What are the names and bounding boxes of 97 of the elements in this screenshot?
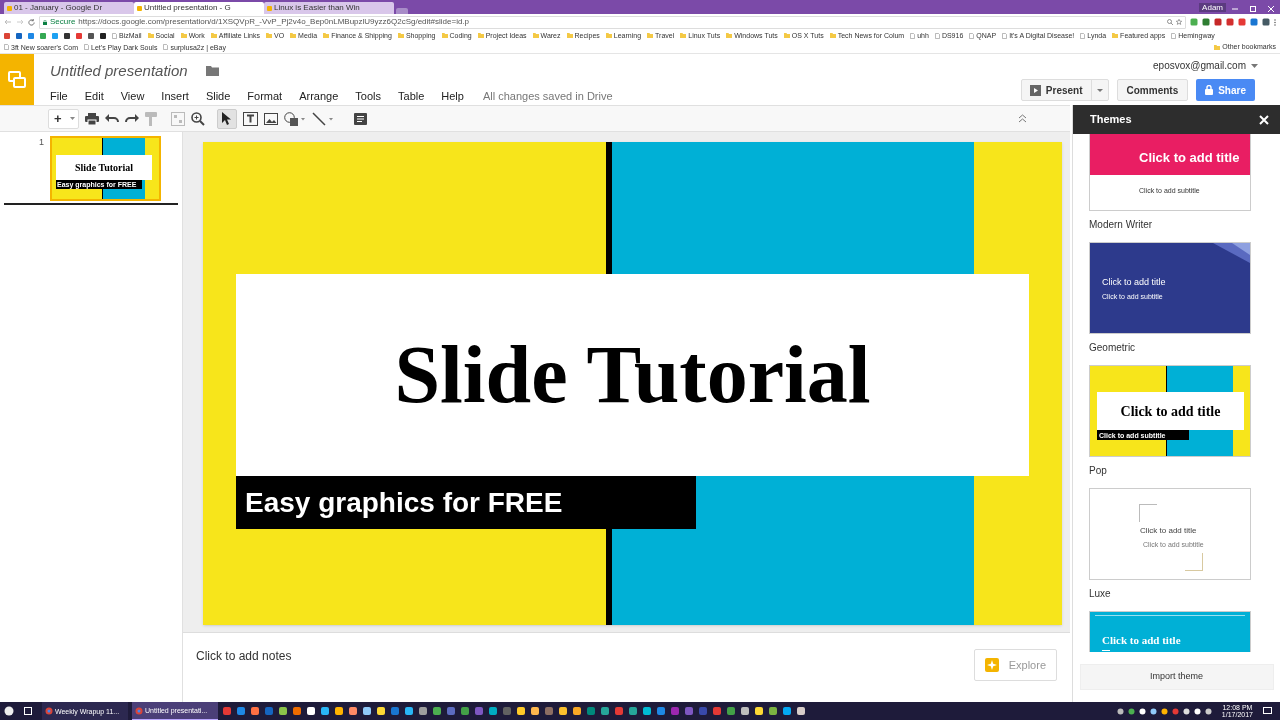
star-icon[interactable] — [1176, 19, 1182, 25]
slide-subtitle: Easy graphics for FREE — [245, 485, 563, 520]
menu-item[interactable]: Insert — [161, 87, 189, 104]
panel-title: Themes — [1090, 112, 1132, 128]
menu-item[interactable]: Help — [441, 87, 464, 104]
page-icon — [4, 44, 9, 51]
text-box-icon[interactable] — [242, 111, 258, 126]
slide-title: Slide Tutorial — [394, 334, 871, 416]
reload-icon[interactable] — [28, 18, 35, 26]
close-icon[interactable] — [1268, 6, 1274, 12]
folder-icon — [180, 33, 187, 39]
line-icon[interactable] — [311, 111, 334, 126]
browser-tab[interactable]: Untitled presentation - G — [134, 2, 264, 14]
menu-item[interactable]: Table — [398, 87, 425, 104]
folder-icon — [290, 33, 297, 39]
theme-title-text: Click to add title — [1102, 635, 1181, 646]
shape-icon[interactable] — [283, 111, 306, 126]
browser-icon — [45, 707, 53, 715]
caret-icon — [69, 117, 75, 120]
browser-tab[interactable]: Linux is Easier than Win — [264, 2, 394, 14]
undo-icon[interactable] — [104, 113, 119, 124]
url-text: https://docs.google.com/presentation/d/1XSQVpR_-VvP_Pj2v4o_Bep0nLMBupzlU9yzz6Q2cSg/edit#slide=id.p — [78, 16, 470, 28]
folder-icon — [647, 33, 654, 39]
folder-icon — [680, 33, 687, 39]
notes-placeholder: Click to add notes — [196, 648, 292, 665]
theme-name[interactable]: Modern Writer — [1089, 217, 1280, 232]
collapse-icon[interactable] — [1018, 114, 1027, 123]
thumbnail-title: Slide Tutorial — [74, 161, 134, 175]
folder-icon — [266, 33, 272, 39]
folder-icon — [1214, 44, 1221, 50]
folder-icon — [210, 33, 217, 39]
notes-area[interactable]: Click to add notes Explore — [183, 632, 1070, 702]
corner-line — [1185, 553, 1203, 571]
slides-icon — [8, 70, 26, 89]
document-title[interactable]: Untitled presentation — [50, 60, 188, 83]
minimize-icon[interactable] — [1232, 6, 1238, 12]
theme-name[interactable]: Pop — [1089, 463, 1280, 478]
theme-name[interactable]: Geometric — [1089, 340, 1280, 355]
folder-icon — [726, 33, 733, 39]
slide[interactable]: Slide Tutorial Easy graphics for FREE — [203, 142, 1062, 625]
import-theme-button[interactable]: Import theme — [1079, 664, 1274, 690]
page-icon — [84, 44, 90, 51]
theme-name[interactable]: Luxe — [1089, 586, 1280, 601]
folder-icon — [566, 33, 573, 39]
close-icon[interactable] — [1259, 114, 1269, 125]
comments-button[interactable]: Comments — [1116, 79, 1189, 101]
image-icon[interactable] — [263, 112, 278, 125]
theme-title-text: Click to add title — [1102, 278, 1166, 287]
browser-icon — [135, 706, 143, 715]
lock-icon — [1205, 85, 1214, 95]
folder-icon — [323, 33, 330, 39]
menu-item[interactable]: Slide — [205, 87, 231, 104]
notification-icon[interactable] — [1263, 707, 1272, 715]
page-icon — [163, 44, 169, 51]
select-tool[interactable] — [216, 108, 237, 129]
browser-tab[interactable]: 01 - January - Google Dr — [4, 2, 134, 14]
folder-icon — [147, 33, 154, 39]
menu-item[interactable]: Edit — [84, 87, 104, 104]
corner-line — [1139, 504, 1157, 522]
profile-name[interactable]: Adam — [1199, 3, 1226, 12]
menu-item[interactable]: File — [50, 87, 68, 104]
folder-icon — [1112, 33, 1119, 39]
folder-icon — [829, 33, 836, 39]
theme-title-text: Click to add title — [1120, 402, 1221, 421]
caret-icon — [1251, 63, 1258, 68]
theme-title-text: Click to add title — [1140, 527, 1197, 535]
folder-icon — [441, 33, 448, 39]
comment-icon[interactable] — [353, 112, 367, 125]
title-box[interactable]: Slide Tutorial — [236, 274, 1029, 476]
lock-icon — [43, 19, 47, 25]
task-view-icon[interactable] — [24, 707, 32, 715]
menu-item[interactable]: Arrange — [299, 87, 339, 104]
slide-number: 1 — [39, 138, 44, 149]
theme-title-text: Click to add title — [1139, 151, 1240, 164]
folder-icon — [783, 33, 790, 39]
account-menu[interactable]: eposvox@gmail.com — [1153, 58, 1258, 73]
redo-icon[interactable] — [124, 113, 139, 124]
folder-icon — [397, 33, 404, 39]
subtitle-box[interactable]: Easy graphics for FREE — [236, 476, 696, 529]
menu-item[interactable]: Format — [247, 87, 283, 104]
caret-icon — [1096, 88, 1103, 92]
zoom-icon[interactable] — [190, 111, 205, 126]
folder-icon — [477, 33, 484, 39]
print-icon[interactable] — [84, 112, 99, 125]
play-icon — [1029, 84, 1041, 96]
explore-icon — [984, 658, 999, 672]
start-icon[interactable] — [4, 706, 14, 716]
cursor-icon — [222, 112, 232, 125]
save-status: All changes saved in Drive — [482, 88, 613, 104]
menu-item[interactable]: View — [120, 87, 145, 104]
menu-item[interactable]: Tools — [355, 87, 381, 104]
folder-icon — [605, 33, 612, 39]
folder-icon — [532, 33, 539, 39]
folder-icon[interactable] — [205, 66, 219, 77]
maximize-icon[interactable] — [1250, 6, 1256, 12]
address-bar[interactable]: Secure https://docs.google.com/presentation/d/1XSQVpR_-VvP_Pj2v4o_Bep0nLMBupzlU9yzz6Q2cSg/edit#slide=id.p — [39, 15, 1186, 29]
secure-label: Secure — [50, 16, 76, 28]
